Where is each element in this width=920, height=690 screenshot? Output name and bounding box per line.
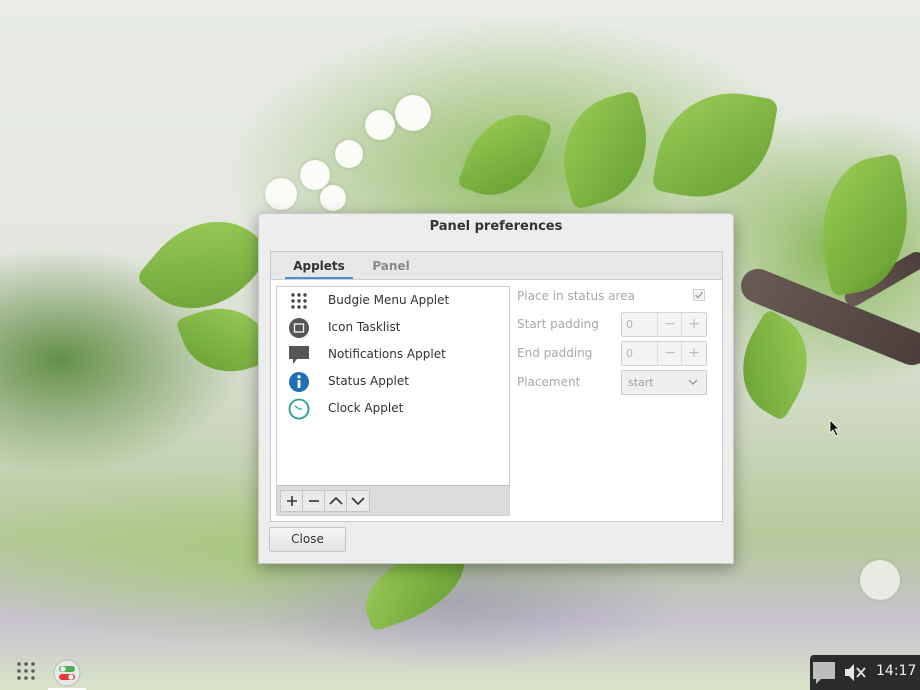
mouse-cursor-icon bbox=[829, 419, 840, 437]
start-padding-spinbutton[interactable]: 0 − + bbox=[621, 312, 707, 337]
start-padding-label: Start padding bbox=[517, 317, 599, 331]
wallpaper-blossom bbox=[860, 560, 900, 600]
tab-panel[interactable]: Panel bbox=[363, 252, 419, 279]
system-tray: 14:17 bbox=[810, 655, 920, 690]
panel-preferences-dialog: Panel preferences Applets Panel Budgie M… bbox=[258, 213, 734, 564]
wallpaper-blossom bbox=[265, 178, 297, 210]
tab-applets[interactable]: Applets bbox=[285, 252, 353, 279]
placement-value: start bbox=[628, 376, 654, 389]
wallpaper-leaf bbox=[456, 100, 554, 210]
tasklist-icon bbox=[289, 318, 309, 338]
grid-dots-icon bbox=[291, 293, 307, 309]
applet-label: Clock Applet bbox=[328, 401, 404, 415]
wallpaper-leaf bbox=[651, 81, 779, 209]
preferences-notebook: Applets Panel Budgie Menu Applet Icon Ta… bbox=[270, 251, 723, 522]
start-padding-increment[interactable]: + bbox=[681, 313, 706, 336]
placement-combo[interactable]: start bbox=[621, 370, 707, 395]
applet-label: Icon Tasklist bbox=[328, 320, 401, 334]
end-padding-increment[interactable]: + bbox=[681, 342, 706, 365]
wallpaper-blossom bbox=[320, 185, 346, 211]
move-applet-up-button[interactable] bbox=[324, 490, 348, 512]
end-padding-decrement[interactable]: − bbox=[657, 342, 682, 365]
info-icon bbox=[289, 372, 309, 392]
list-item-icon-tasklist[interactable]: Icon Tasklist bbox=[277, 314, 509, 341]
wallpaper-blossom bbox=[365, 110, 395, 140]
end-padding-value[interactable]: 0 bbox=[626, 342, 633, 365]
chevron-down-icon bbox=[351, 497, 365, 506]
wallpaper-blossom bbox=[395, 95, 431, 131]
plus-icon bbox=[287, 496, 297, 506]
clock-label[interactable]: 14:17 bbox=[876, 655, 916, 688]
start-padding-value[interactable]: 0 bbox=[626, 313, 633, 336]
notification-bubble-icon bbox=[289, 346, 309, 364]
dialog-title: Panel preferences bbox=[429, 219, 563, 234]
applet-label: Notifications Applet bbox=[328, 347, 446, 361]
volume-muted-icon[interactable] bbox=[842, 655, 868, 690]
wallpaper-leaf bbox=[548, 90, 662, 210]
minus-icon bbox=[309, 500, 319, 502]
applet-list[interactable]: Budgie Menu Applet Icon Tasklist Notific… bbox=[276, 286, 510, 487]
placement-label: Placement bbox=[517, 375, 581, 389]
app-grid-icon[interactable] bbox=[15, 660, 37, 682]
list-item-notifications[interactable]: Notifications Applet bbox=[277, 341, 509, 368]
wallpaper-blossom bbox=[300, 160, 330, 190]
applet-label: Budgie Menu Applet bbox=[328, 293, 450, 307]
move-applet-down-button[interactable] bbox=[346, 490, 370, 512]
add-applet-button[interactable] bbox=[280, 490, 304, 512]
start-padding-decrement[interactable]: − bbox=[657, 313, 682, 336]
notification-bubble-icon[interactable] bbox=[810, 655, 838, 690]
list-item-status[interactable]: Status Applet bbox=[277, 368, 509, 395]
list-item-budgie-menu[interactable]: Budgie Menu Applet bbox=[277, 287, 509, 314]
end-padding-spinbutton[interactable]: 0 − + bbox=[621, 341, 707, 366]
status-area-label: Place in status area bbox=[517, 289, 635, 303]
applet-label: Status Applet bbox=[328, 374, 409, 388]
applet-list-toolbar bbox=[276, 485, 510, 516]
chevron-up-icon bbox=[329, 496, 343, 505]
remove-applet-button[interactable] bbox=[302, 490, 326, 512]
list-item-clock[interactable]: Clock Applet bbox=[277, 395, 509, 422]
settings-toggle-icon[interactable] bbox=[53, 659, 81, 687]
status-area-checkbox[interactable] bbox=[693, 289, 705, 301]
wallpaper-blossom bbox=[335, 140, 363, 168]
end-padding-label: End padding bbox=[517, 346, 593, 360]
clock-icon bbox=[288, 398, 310, 420]
close-button[interactable]: Close bbox=[269, 527, 346, 552]
chevron-down-icon bbox=[688, 379, 698, 385]
tab-bar: Applets Panel bbox=[271, 252, 722, 280]
